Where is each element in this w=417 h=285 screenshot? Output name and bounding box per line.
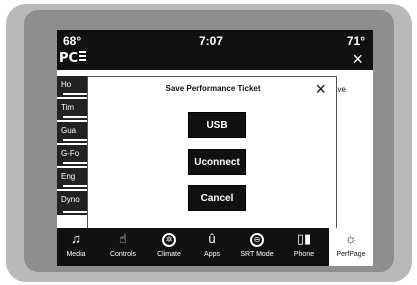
usb-button[interactable]: USB bbox=[188, 112, 246, 138]
dock-controls[interactable]: ☝ Controls bbox=[101, 228, 145, 266]
driver-temperature[interactable]: 68° bbox=[63, 34, 81, 48]
steering-wheel-icon: ⊖ bbox=[235, 228, 279, 250]
app-close-icon[interactable]: × bbox=[352, 49, 363, 70]
dock-apps[interactable]: û Apps bbox=[195, 228, 229, 266]
phone-signal-icon: ▯▮ bbox=[296, 231, 312, 246]
dock-media[interactable]: ♫ Media bbox=[57, 228, 95, 266]
dialog-close-icon[interactable]: × bbox=[315, 79, 326, 100]
apps-icon: û bbox=[208, 231, 216, 246]
status-bar: 68° 7:07 71° bbox=[57, 30, 373, 50]
dialog-title: Save Performance Ticket bbox=[165, 84, 261, 93]
dock-label-climate: Climate bbox=[157, 251, 181, 258]
dock-climate[interactable]: ✲ Climate bbox=[149, 228, 189, 266]
bottom-dock: ♫ Media ☝ Controls ✲ Climate û Apps ⊖ SR… bbox=[57, 228, 373, 266]
fan-icon: ✲ bbox=[149, 228, 189, 250]
performance-pages-app: PC × Ho Tim Gua G-Fo Eng Dyno ave Save P… bbox=[57, 49, 373, 236]
dock-phone[interactable]: ▯▮ Phone bbox=[285, 228, 323, 266]
passenger-temperature[interactable]: 71° bbox=[347, 34, 365, 48]
music-note-icon: ♫ bbox=[71, 231, 81, 246]
hand-controls-icon: ☝ bbox=[119, 231, 127, 246]
dock-label-media: Media bbox=[66, 251, 86, 258]
app-logo: PC bbox=[59, 51, 87, 66]
dock-label-controls: Controls bbox=[109, 251, 137, 258]
save-ticket-dialog: Save Performance Ticket × USB Uconnect C… bbox=[87, 76, 337, 236]
app-header: PC × bbox=[57, 49, 373, 70]
cancel-button[interactable]: Cancel bbox=[188, 185, 246, 211]
touchscreen: 68° 7:07 71° PC × Ho Tim Gua G-Fo Eng Dy… bbox=[57, 30, 373, 266]
gauge-icon: ☼ bbox=[345, 231, 357, 246]
dock-label-perfpage: PerfPage bbox=[336, 251, 366, 258]
dock-perfpage[interactable]: ☼ PerfPage bbox=[329, 228, 373, 266]
dock-label-phone: Phone bbox=[293, 251, 315, 258]
dock-label-apps: Apps bbox=[204, 251, 220, 258]
logo-stripes-icon bbox=[79, 51, 87, 63]
dock-srt-mode[interactable]: ⊖ SRT Mode bbox=[235, 228, 279, 266]
dock-label-srt-mode: SRT Mode bbox=[240, 251, 274, 258]
uconnect-button[interactable]: Uconnect bbox=[188, 149, 246, 175]
clock: 7:07 bbox=[199, 34, 224, 48]
